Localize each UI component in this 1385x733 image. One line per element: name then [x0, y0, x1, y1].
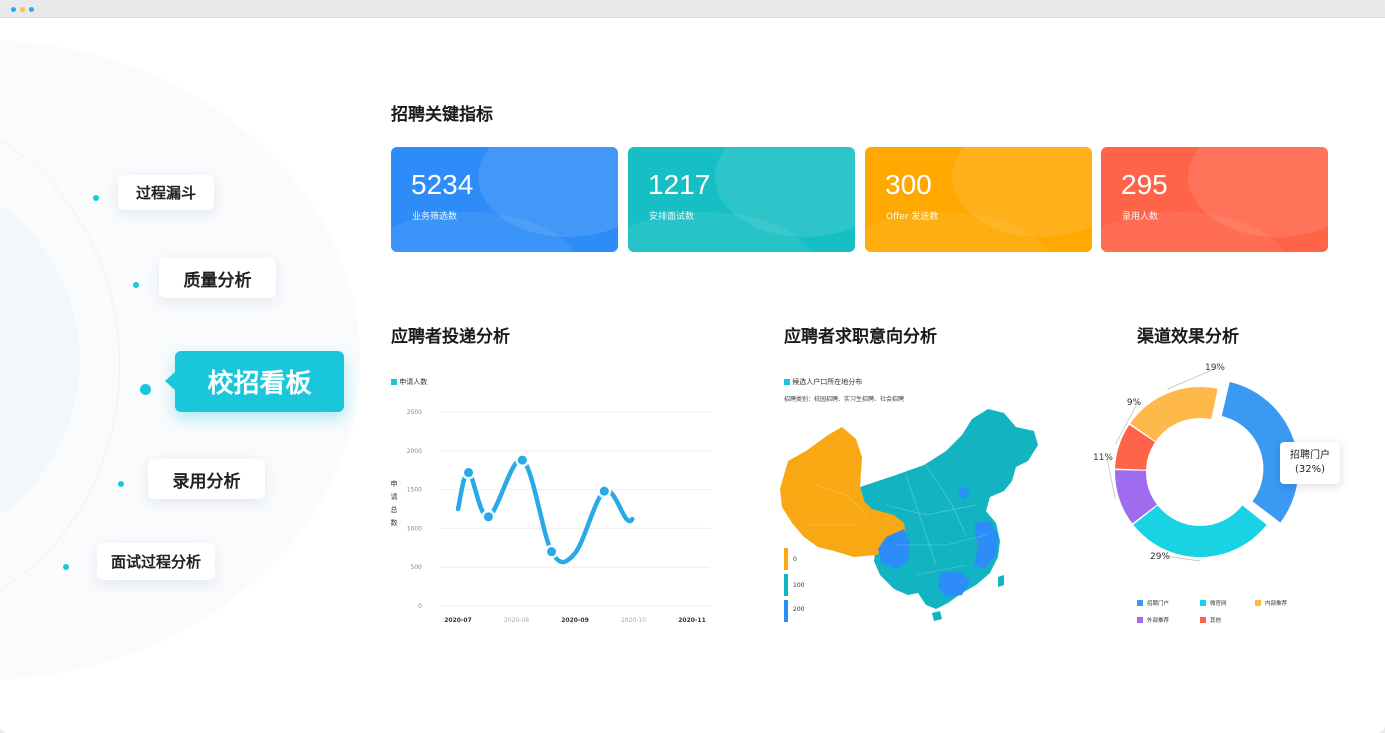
slice-leader-line	[1106, 456, 1116, 500]
kpi-card-screening[interactable]: 5234 业务筛选数	[391, 147, 618, 252]
data-point	[547, 547, 557, 557]
x-tick-label: 2020-07	[444, 617, 472, 624]
tooltip-value: (32%)	[1294, 464, 1326, 475]
line-chart-ylabel: 申请总数	[390, 480, 398, 527]
slice-label: 29%	[1150, 552, 1170, 562]
nav-dot-icon	[140, 384, 151, 395]
window-dot-icon[interactable]	[20, 7, 25, 12]
legend-label: 微官网	[1210, 599, 1227, 607]
kpi-value: 295	[1121, 169, 1168, 200]
map-legend[interactable]: 候选人户口所在地分布	[784, 377, 862, 387]
legend-swatch-icon	[1200, 600, 1206, 606]
kpi-label: Offer 发送数	[886, 212, 939, 222]
map-island	[998, 575, 1004, 587]
kpi-label: 安排面试数	[649, 212, 695, 222]
nav-item-label: 录用分析	[172, 471, 241, 492]
legend-label: 内部推荐	[1265, 599, 1288, 607]
window-dot-icon[interactable]	[29, 7, 34, 12]
y-tick-label: 0	[418, 603, 422, 610]
section-title-text: 应聘者投递分析	[391, 327, 510, 347]
y-tick-label: 500	[411, 564, 423, 571]
line-chart-legend[interactable]: 申请人数	[391, 377, 427, 387]
section-title-text: 应聘者求职意向分析	[784, 327, 937, 347]
y-tick-label: 2000	[407, 448, 422, 455]
x-tick-label: 2020-11	[678, 617, 706, 624]
x-tick-label: 2020-08	[504, 617, 529, 624]
x-tick-label: 2020-09	[561, 617, 589, 624]
legend-swatch-icon	[1137, 617, 1143, 623]
data-point	[599, 486, 609, 496]
kpi-card-offer[interactable]: 300 Offer 发送数	[865, 147, 1092, 252]
nav-item-quality[interactable]: 质量分析	[159, 258, 276, 298]
window-titlebar	[0, 0, 1385, 18]
legend-swatch-icon	[391, 379, 397, 385]
nav-item-label: 校招看板	[207, 369, 312, 399]
slice-label: 11%	[1093, 453, 1113, 463]
slice-label: 19%	[1205, 363, 1225, 373]
kpi-value: 300	[885, 169, 932, 200]
kpi-value: 5234	[411, 169, 474, 200]
donut-tooltip: 招聘门户 (32%)	[1280, 442, 1340, 484]
kpi-label: 录用人数	[1122, 212, 1159, 222]
line-chart: 0 500 1000 1500 2000 2500 2020-07 2020-08 2020-0…	[407, 409, 710, 624]
section-title-channel: 渠道效果分析	[1137, 317, 1248, 347]
china-map[interactable]	[776, 405, 1046, 630]
map-scale-bar	[784, 548, 788, 570]
kpi-card-hired[interactable]: 295 录用人数	[1101, 147, 1328, 252]
slice-label: 9%	[1127, 398, 1142, 408]
section-title-text: 招聘关键指标	[391, 105, 493, 125]
legend-swatch-icon	[1137, 600, 1143, 606]
y-tick-label: 1500	[407, 487, 422, 494]
map-scale-bar	[784, 600, 788, 622]
map-scale-label: 200	[793, 606, 805, 613]
section-title-delivery: 应聘者投递分析	[391, 317, 519, 347]
nav-item-label: 质量分析	[183, 270, 252, 291]
legend-swatch-icon	[784, 379, 790, 385]
app-window: 过程漏斗 质量分析 校招看板 录用分析 面试过程分析 招聘关键指标 5234 业…	[0, 0, 1385, 733]
tooltip-title: 招聘门户	[1290, 450, 1330, 461]
nav-dot-icon	[118, 481, 124, 487]
window-dot-icon[interactable]	[11, 7, 16, 12]
map-subtitle: 招聘类别：校园招聘、实习生招聘、社会招聘	[784, 396, 905, 403]
legend-label: 其他	[1210, 616, 1222, 624]
section-title-text: 渠道效果分析	[1137, 327, 1239, 347]
x-tick-label: 2020-10	[621, 617, 646, 624]
nav-dot-icon	[133, 282, 139, 288]
donut-chart[interactable]: 29%11%9%19%招聘门户 微官网 内部推荐外部推荐 其他	[1085, 355, 1385, 633]
legend-swatch-icon	[1200, 617, 1206, 623]
map-island	[932, 611, 942, 621]
map-scale-bar	[784, 574, 788, 596]
map-scale-label: 100	[793, 582, 805, 589]
y-tick-label: 2500	[407, 409, 422, 416]
data-point	[517, 455, 527, 465]
legend-swatch-icon	[1255, 600, 1261, 606]
nav-item-funnel[interactable]: 过程漏斗	[118, 175, 214, 210]
kpi-value: 1217	[648, 169, 711, 200]
nav-item-label: 过程漏斗	[135, 184, 196, 202]
legend-label: 申请人数	[399, 378, 428, 386]
nav-dot-icon	[93, 195, 99, 201]
nav-item-label: 面试过程分析	[110, 553, 201, 571]
data-point	[464, 468, 474, 478]
kpi-card-interview[interactable]: 1217 安排面试数	[628, 147, 855, 252]
legend-label: 候选人户口所在地分布	[792, 378, 863, 386]
map-scale-label: 0	[793, 556, 797, 563]
donut-slice	[1130, 387, 1218, 442]
nav-item-interview[interactable]: 面试过程分析	[97, 543, 215, 580]
legend-label: 招聘门户	[1147, 599, 1169, 607]
nav-item-offer-analysis[interactable]: 录用分析	[148, 459, 265, 499]
series-line	[455, 457, 635, 565]
section-title-kpi: 招聘关键指标	[391, 95, 502, 125]
nav-item-campus-board[interactable]: 校招看板	[165, 351, 344, 412]
section-title-intent: 应聘者求职意向分析	[784, 317, 946, 347]
kpi-label: 业务筛选数	[412, 212, 458, 222]
y-tick-label: 1000	[407, 525, 422, 532]
nav-dot-icon	[63, 564, 69, 570]
legend-label: 外部推荐	[1147, 616, 1170, 624]
data-point	[483, 512, 493, 522]
donut-slice	[1133, 505, 1267, 557]
